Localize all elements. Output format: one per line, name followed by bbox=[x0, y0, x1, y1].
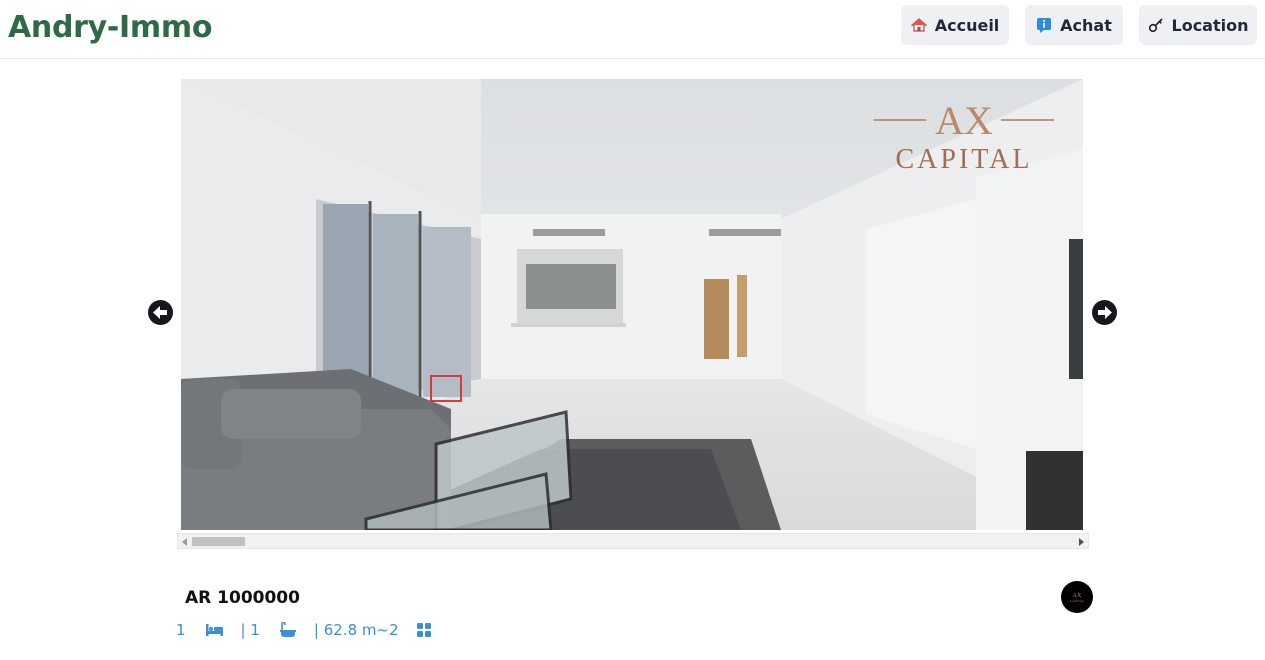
site-header: Andry-Immo Accueil Achat Location bbox=[0, 0, 1265, 59]
nav-location-button[interactable]: Location bbox=[1139, 5, 1257, 45]
house-icon bbox=[910, 17, 928, 33]
bed-icon bbox=[205, 623, 223, 637]
svg-text:AX: AX bbox=[935, 98, 993, 143]
scroll-right-arrow-icon[interactable] bbox=[1079, 538, 1084, 546]
svg-text:CAPITAL: CAPITAL bbox=[896, 144, 1033, 175]
arrow-right-icon bbox=[1098, 306, 1112, 319]
info-icon bbox=[1036, 17, 1052, 33]
scrollbar-thumb[interactable] bbox=[192, 537, 245, 546]
nav-accueil-button[interactable]: Accueil bbox=[901, 5, 1009, 45]
listing-features: 1 | 1 | 62.8 m~2 bbox=[176, 620, 431, 640]
nav-achat-button[interactable]: Achat bbox=[1025, 5, 1123, 45]
scroll-left-arrow-icon[interactable] bbox=[182, 538, 187, 546]
bedroom-count: 1 bbox=[176, 621, 186, 639]
bath-icon bbox=[279, 621, 296, 638]
bathroom-count: | 1 bbox=[240, 621, 260, 639]
carousel-scrollbar[interactable] bbox=[177, 533, 1089, 549]
brand-logo-text[interactable]: Andry-Immo bbox=[8, 10, 212, 45]
nav-accueil-label: Accueil bbox=[934, 15, 1000, 35]
agency-avatar[interactable]: AX CAPITAL bbox=[1061, 581, 1093, 613]
carousel-prev-button[interactable] bbox=[148, 300, 173, 325]
area-value: | 62.8 m~2 bbox=[313, 621, 399, 639]
listing-price: AR 1000000 bbox=[185, 588, 300, 608]
svg-text:CAPITAL: CAPITAL bbox=[1070, 599, 1085, 603]
arrow-left-icon bbox=[153, 306, 167, 319]
carousel-next-button[interactable] bbox=[1092, 300, 1117, 325]
nav-achat-label: Achat bbox=[1060, 15, 1112, 35]
grid-icon bbox=[416, 623, 431, 637]
nav-location-label: Location bbox=[1171, 15, 1249, 35]
property-photo: AX CAPITAL bbox=[181, 79, 1083, 530]
key-icon bbox=[1148, 17, 1164, 33]
property-image-carousel[interactable]: AX CAPITAL bbox=[181, 79, 1083, 530]
